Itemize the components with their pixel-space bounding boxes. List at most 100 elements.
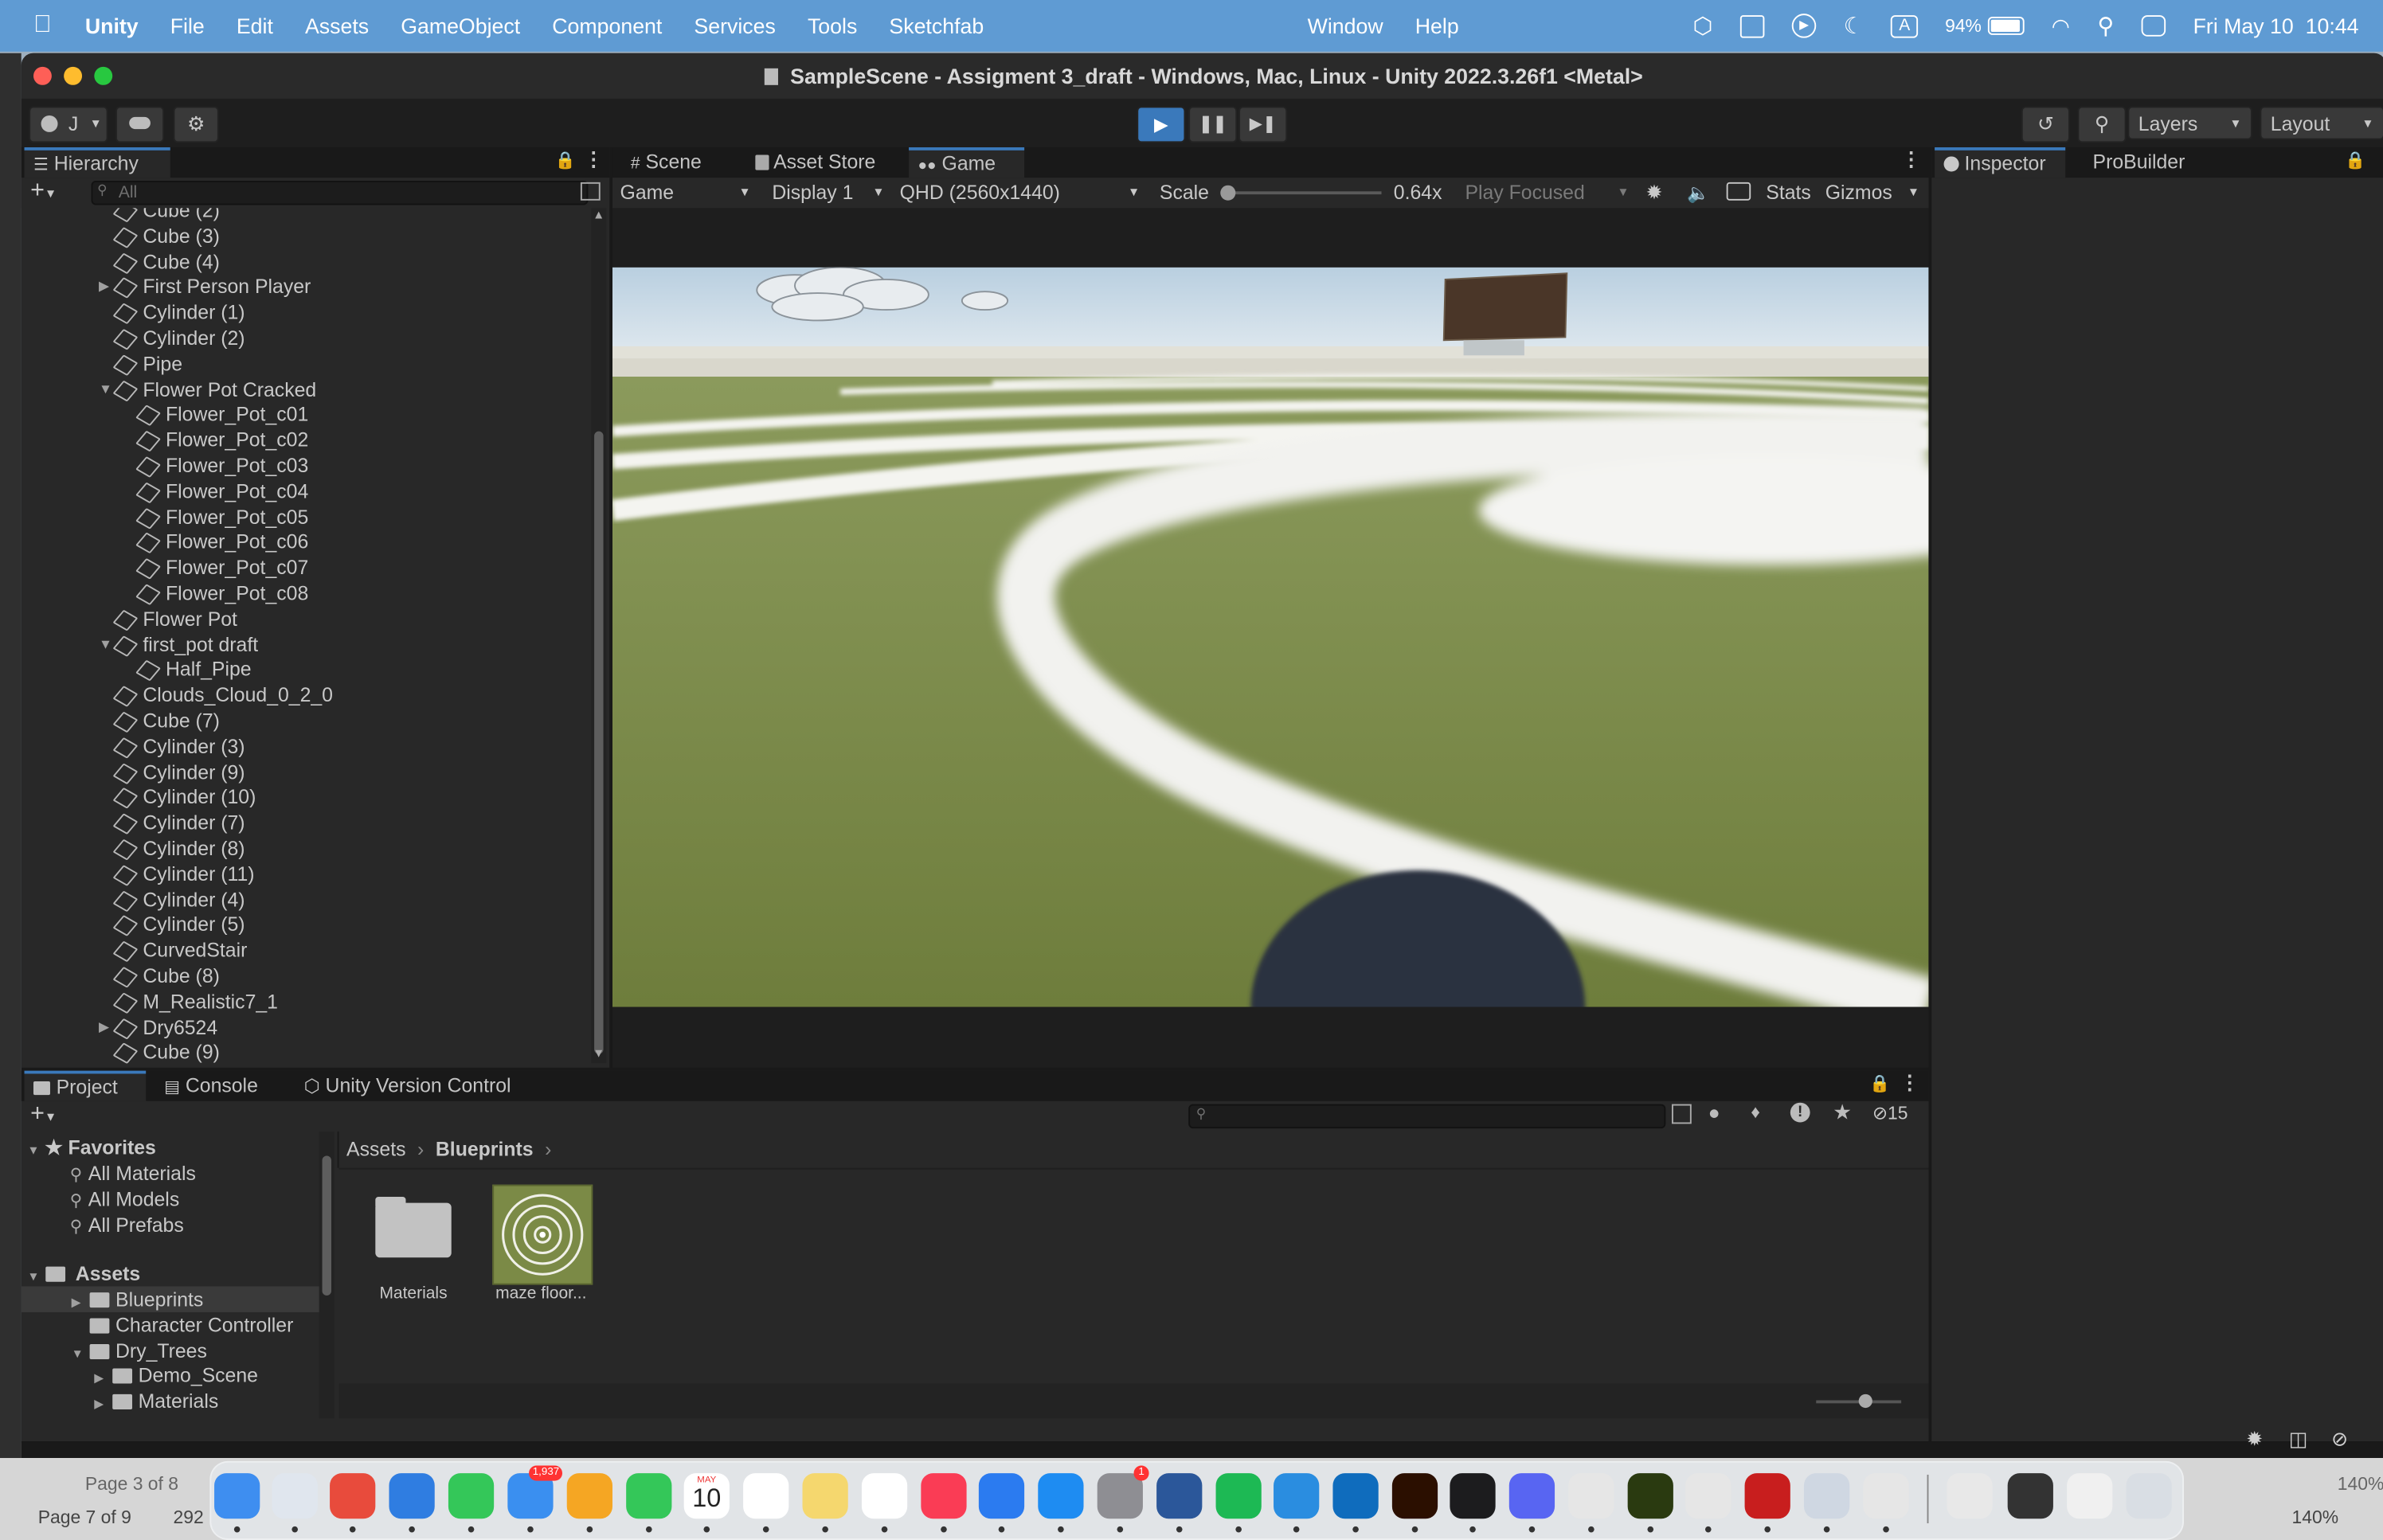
- tab-hierarchy[interactable]: ☰ Hierarchy: [24, 147, 170, 178]
- control-center-icon[interactable]: [2141, 15, 2166, 37]
- scroll-down-icon[interactable]: ▼: [593, 1046, 605, 1060]
- search-window-icon[interactable]: [1671, 1104, 1692, 1124]
- layers-dropdown[interactable]: Layers ▼: [2127, 106, 2252, 140]
- hierarchy-item[interactable]: ▶ First Person Player: [99, 274, 311, 299]
- launchpad-icon[interactable]: [272, 1473, 318, 1519]
- lock-icon[interactable]: 🔒: [1869, 1073, 1890, 1093]
- audio-mute-icon[interactable]: 🔈: [1687, 178, 1710, 208]
- lock-icon[interactable]: 🔒: [2345, 150, 2365, 170]
- menu-tools[interactable]: Tools: [808, 14, 857, 38]
- photos-icon[interactable]: [566, 1473, 612, 1519]
- chrome-icon[interactable]: [330, 1473, 376, 1519]
- hierarchy-item[interactable]: Flower_Pot_c01: [135, 401, 308, 427]
- favorite-item[interactable]: ⚲ All Materials: [70, 1160, 196, 1186]
- hierarchy-item[interactable]: Cylinder (10): [112, 784, 256, 810]
- unity-hub-icon[interactable]: [1568, 1473, 1614, 1519]
- play-mode-dropdown[interactable]: Play Focused ▼: [1465, 178, 1629, 208]
- menu-app-unity[interactable]: Unity: [85, 14, 139, 38]
- more-options-icon[interactable]: ⋮: [584, 147, 604, 172]
- wifi-icon[interactable]: ◠: [2052, 13, 2070, 38]
- scene-visibility-icon[interactable]: [580, 182, 601, 201]
- game-render-viewport[interactable]: [612, 267, 1929, 1007]
- hierarchy-item[interactable]: Cylinder (4): [112, 886, 245, 912]
- layout-dropdown[interactable]: Layout ▼: [2260, 106, 2383, 140]
- more-options-icon[interactable]: ⋮: [1900, 1071, 1919, 1096]
- account-button[interactable]: J ▼: [29, 106, 108, 143]
- project-tree-item[interactable]: ▶ Materials: [22, 1389, 319, 1414]
- menu-help[interactable]: Help: [1415, 14, 1459, 38]
- hierarchy-item[interactable]: Cylinder (9): [112, 759, 245, 784]
- scale-slider-thumb[interactable]: [1220, 185, 1236, 201]
- spotify-icon[interactable]: [1215, 1473, 1262, 1519]
- dimension-icon[interactable]: [1627, 1473, 1673, 1519]
- hierarchy-item[interactable]: Cube (2): [112, 208, 220, 223]
- hierarchy-item[interactable]: Flower_Pot_c02: [135, 427, 308, 452]
- reminders-icon[interactable]: [743, 1473, 789, 1519]
- project-search-input[interactable]: ⚲: [1188, 1104, 1666, 1129]
- project-tree-item[interactable]: ▼ Dry_Trees: [22, 1338, 319, 1363]
- create-asset-button[interactable]: +▼: [30, 1101, 57, 1128]
- hierarchy-item[interactable]: Cylinder (11): [112, 861, 255, 886]
- spotlight-search-icon[interactable]: ⚲: [2097, 12, 2114, 39]
- search-button[interactable]: ⚲: [2077, 106, 2127, 143]
- hierarchy-item[interactable]: Cylinder (7): [112, 810, 245, 835]
- step-button[interactable]: ▶❚: [1238, 106, 1288, 143]
- play-button[interactable]: ▶: [1137, 106, 1186, 143]
- hierarchy-item[interactable]: Cylinder (1): [112, 299, 245, 325]
- close-window-button[interactable]: [33, 66, 52, 85]
- menu-window[interactable]: Window: [1308, 14, 1383, 38]
- safari-icon[interactable]: [389, 1473, 435, 1519]
- tab-scene[interactable]: # Scene: [621, 147, 710, 178]
- debug-icon[interactable]: ✹: [2246, 1428, 2263, 1452]
- unity-icon[interactable]: [1685, 1473, 1731, 1519]
- menu-gameobject[interactable]: GameObject: [401, 14, 520, 38]
- hierarchy-item[interactable]: Flower_Pot_c08: [135, 580, 308, 606]
- filter-by-type-icon[interactable]: ●: [1708, 1101, 1720, 1124]
- cloud-button[interactable]: [115, 106, 165, 143]
- terminal-icon[interactable]: [1450, 1473, 1496, 1519]
- hierarchy-item[interactable]: Cylinder (5): [112, 912, 245, 937]
- project-tree-scrollbar[interactable]: [319, 1131, 335, 1419]
- tab-project[interactable]: Project: [24, 1070, 147, 1101]
- hierarchy-item[interactable]: Flower_Pot_c07: [135, 555, 308, 580]
- hierarchy-item[interactable]: Cube (9): [112, 1039, 220, 1065]
- cache-icon[interactable]: ◫: [2289, 1428, 2307, 1452]
- resolution-dropdown[interactable]: QHD (2560x1440) ▼: [900, 178, 1143, 208]
- unity-status-icon[interactable]: ⬡: [1693, 12, 1713, 39]
- acrobat-icon[interactable]: [1744, 1473, 1790, 1519]
- scale-slider[interactable]: [1220, 185, 1382, 201]
- focus-moon-icon[interactable]: ☾: [1844, 12, 1865, 39]
- project-tree-item[interactable]: Model: [22, 1414, 319, 1419]
- hierarchy-item[interactable]: Cylinder (3): [112, 733, 245, 759]
- project-tree-scroll-thumb[interactable]: [322, 1155, 331, 1296]
- hierarchy-item[interactable]: Pipe: [112, 350, 182, 376]
- expand-arrow-open-icon[interactable]: ▼: [99, 631, 112, 657]
- pause-button[interactable]: ❚❚: [1188, 106, 1238, 143]
- icon-size-slider-thumb[interactable]: [1858, 1393, 1872, 1409]
- keyboard-icon[interactable]: [1726, 178, 1751, 208]
- filter-by-label-icon[interactable]: ♦: [1751, 1101, 1760, 1123]
- stats-button[interactable]: Stats: [1766, 178, 1811, 208]
- word-icon[interactable]: [1156, 1473, 1203, 1519]
- hierarchy-item[interactable]: Cylinder (2): [112, 325, 245, 350]
- scroll-up-icon[interactable]: ▲: [593, 208, 605, 221]
- hierarchy-item[interactable]: Half_Pipe: [135, 657, 252, 682]
- menu-edit[interactable]: Edit: [237, 14, 273, 38]
- facetime-icon[interactable]: [626, 1473, 672, 1519]
- hierarchy-item[interactable]: Flower Pot: [112, 606, 237, 631]
- hierarchy-item[interactable]: Flower_Pot_c04: [135, 478, 308, 503]
- menu-file[interactable]: File: [170, 14, 205, 38]
- zoom-window-button[interactable]: [94, 66, 113, 85]
- music-icon[interactable]: [921, 1473, 967, 1519]
- unity-editor-icon[interactable]: [1863, 1473, 1909, 1519]
- tab-game[interactable]: ●● Game: [909, 147, 1025, 178]
- favorites-header[interactable]: ▼ ★ Favorites: [27, 1135, 156, 1160]
- asset-item-maze-floor[interactable]: maze floor...: [485, 1182, 593, 1319]
- bug-icon[interactable]: ✹: [1646, 178, 1663, 208]
- menu-assets[interactable]: Assets: [305, 14, 369, 38]
- menu-services[interactable]: Services: [694, 14, 775, 38]
- display-dropdown[interactable]: Display 1 ▼: [772, 178, 887, 208]
- illustrator-icon[interactable]: [1391, 1473, 1438, 1519]
- outlook-status-icon[interactable]: [1739, 14, 1765, 37]
- hierarchy-item[interactable]: CurvedStair: [112, 937, 247, 963]
